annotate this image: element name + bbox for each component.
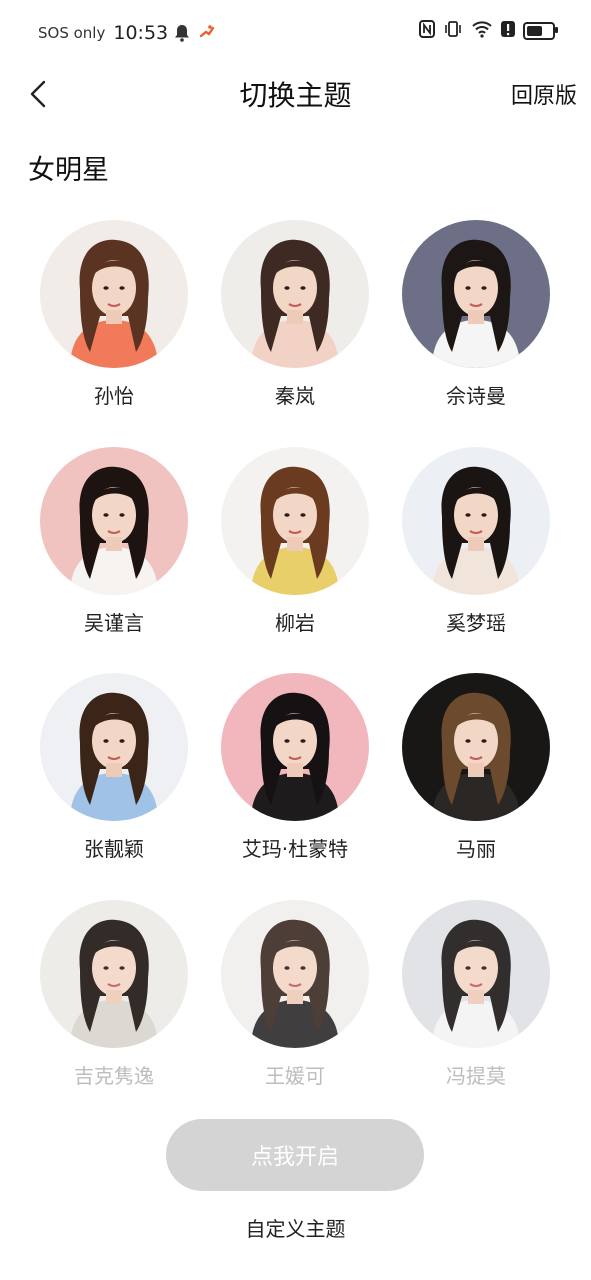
avatar[interactable] (40, 220, 188, 368)
alert-icon (501, 20, 515, 42)
celebrity-item[interactable]: 吴谨言 (24, 447, 204, 636)
section-title: 女明星 (28, 155, 109, 186)
avatar[interactable] (221, 673, 369, 821)
celebrity-name: 秦岚 (275, 384, 315, 408)
status-bar: SOS only 10:53 (0, 0, 591, 64)
app-header: 切换主题 回原版 (0, 64, 591, 122)
celebrity-name: 奚梦瑶 (446, 611, 506, 635)
carrier-label: SOS only (38, 24, 106, 42)
avatar[interactable] (402, 900, 550, 1048)
avatar[interactable] (40, 673, 188, 821)
avatar[interactable] (402, 220, 550, 368)
avatar[interactable] (402, 673, 550, 821)
celebrity-item[interactable]: 吉克隽逸 (24, 900, 204, 1089)
celebrity-item[interactable]: 张靓颖 (24, 673, 204, 862)
avatar[interactable] (40, 447, 188, 595)
avatar[interactable] (221, 447, 369, 595)
battery-level (527, 26, 542, 36)
running-app-icon (198, 24, 216, 42)
celebrity-item[interactable]: 王媛可 (205, 900, 385, 1089)
celebrity-item[interactable]: 柳岩 (205, 447, 385, 636)
celebrity-name: 吴谨言 (84, 611, 144, 635)
avatar[interactable] (40, 900, 188, 1048)
custom-theme-link[interactable]: 自定义主题 (0, 1213, 591, 1242)
celebrity-item[interactable]: 冯提莫 (386, 900, 566, 1089)
celebrity-name: 冯提莫 (446, 1064, 506, 1088)
celebrity-item[interactable]: 孙怡 (24, 220, 204, 409)
celebrity-item[interactable]: 艾玛·杜蒙特 (205, 673, 385, 862)
celebrity-name: 吉克隽逸 (74, 1064, 154, 1088)
celebrity-name: 艾玛·杜蒙特 (241, 837, 349, 861)
restore-original-button[interactable]: 回原版 (511, 78, 577, 110)
battery-icon (523, 22, 558, 40)
celebrity-item[interactable]: 秦岚 (205, 220, 385, 409)
celebrity-name: 张靓颖 (84, 837, 144, 861)
status-right (419, 20, 558, 42)
wifi-icon (471, 20, 493, 42)
avatar[interactable] (402, 447, 550, 595)
avatar[interactable] (221, 220, 369, 368)
celebrity-name: 马丽 (456, 837, 496, 861)
vibrate-icon (443, 20, 463, 42)
celebrity-item[interactable]: 马丽 (386, 673, 566, 862)
celebrity-name: 佘诗曼 (446, 384, 506, 408)
bell-icon (174, 24, 192, 42)
nfc-icon (419, 20, 435, 42)
page-title: 切换主题 (239, 79, 352, 112)
celebrity-item[interactable]: 奚梦瑶 (386, 447, 566, 636)
celebrity-name: 王媛可 (265, 1064, 325, 1088)
celebrity-item[interactable]: 佘诗曼 (386, 220, 566, 409)
status-left: SOS only 10:53 (38, 22, 216, 44)
enable-theme-button[interactable]: 点我开启 (166, 1119, 424, 1191)
celebrity-name: 柳岩 (275, 611, 315, 635)
clock: 10:53 (113, 22, 169, 44)
avatar[interactable] (221, 900, 369, 1048)
celebrity-name: 孙怡 (94, 384, 134, 408)
